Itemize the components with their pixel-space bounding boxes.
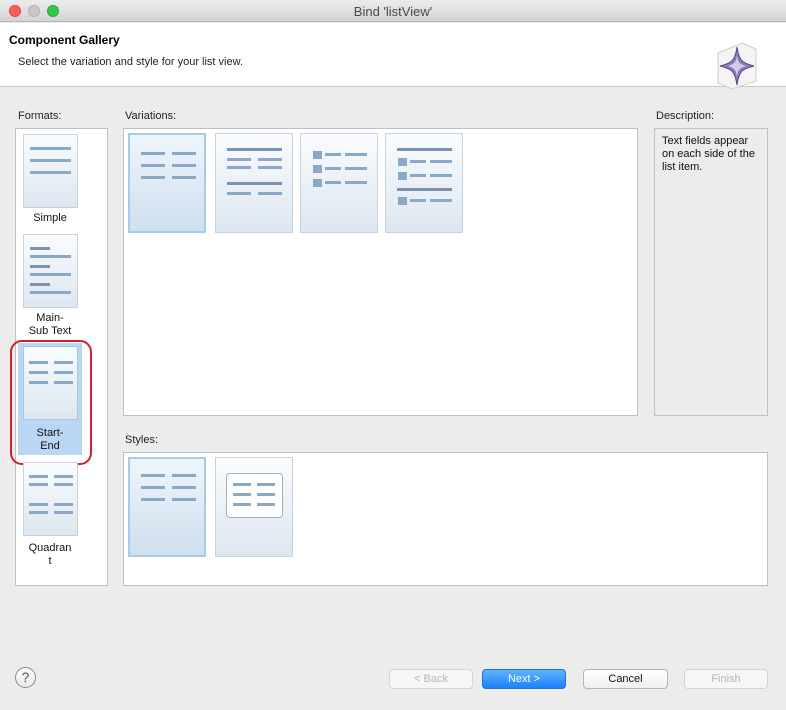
window-title: Bind 'listView'	[353, 4, 433, 19]
wizard-header: Component Gallery Select the variation a…	[0, 23, 786, 90]
wizard-sparkle-icon	[717, 42, 757, 90]
format-quadrant-label[interactable]: Quadran t	[18, 542, 82, 568]
format-simple-thumbnail[interactable]	[23, 134, 78, 208]
back-button[interactable]: < Back	[389, 669, 473, 689]
format-simple-label[interactable]: Simple	[18, 212, 82, 225]
description-panel: Text fields appear on each side of the l…	[654, 128, 768, 416]
format-main-sub-text-label[interactable]: Main- Sub Text	[18, 312, 82, 338]
header-subtitle: Select the variation and style for your …	[18, 56, 243, 68]
style-2-thumbnail[interactable]	[215, 457, 293, 557]
title-bar: Bind 'listView'	[0, 0, 786, 22]
description-text: Text fields appear on each side of the l…	[662, 135, 755, 173]
dialog-window: Bind 'listView' Component Gallery Select…	[0, 0, 786, 710]
format-main-sub-text-thumbnail[interactable]	[23, 234, 78, 308]
next-button[interactable]: Next >	[482, 669, 566, 689]
selection-callout-outline	[10, 340, 92, 465]
variation-2-thumbnail[interactable]	[215, 133, 293, 233]
header-title: Component Gallery	[9, 33, 120, 47]
styles-label: Styles:	[125, 434, 159, 446]
variations-label: Variations:	[125, 110, 177, 122]
style-1-thumbnail[interactable]	[128, 457, 206, 557]
help-button[interactable]: ?	[15, 667, 36, 688]
finish-button[interactable]: Finish	[684, 669, 768, 689]
variation-4-thumbnail[interactable]	[385, 133, 463, 233]
formats-label: Formats:	[18, 110, 62, 122]
description-label: Description:	[656, 110, 715, 122]
format-quadrant-thumbnail[interactable]	[23, 462, 78, 536]
variation-1-thumbnail[interactable]	[128, 133, 206, 233]
variation-3-thumbnail[interactable]	[300, 133, 378, 233]
cancel-button[interactable]: Cancel	[583, 669, 668, 689]
